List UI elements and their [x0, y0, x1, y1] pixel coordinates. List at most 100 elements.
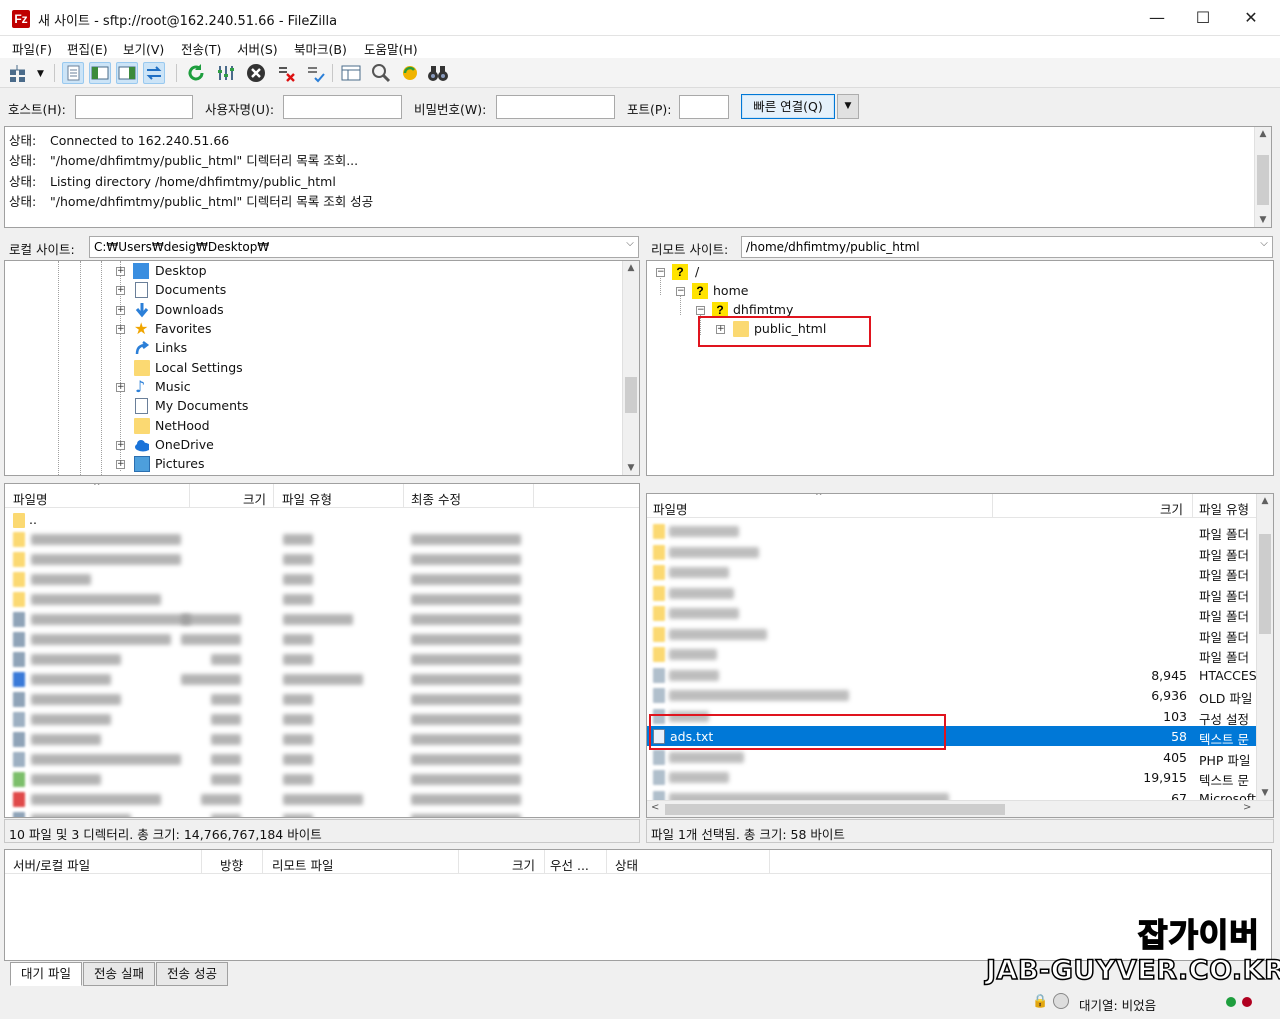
list-item-ads-txt[interactable]: ads.txt 58 텍스트 문	[647, 726, 1257, 747]
quickconnect-dropdown-icon[interactable]: ▼	[837, 94, 859, 119]
tree-item-music[interactable]: + ♪ Music	[115, 378, 615, 397]
site-manager-icon[interactable]	[8, 62, 34, 84]
scroll-down-icon[interactable]: ▼	[1257, 788, 1273, 798]
expand-icon[interactable]: +	[116, 286, 125, 295]
column-priority[interactable]: 우선 ...	[550, 855, 589, 874]
tree-item-local-settings[interactable]: Local Settings	[115, 359, 615, 378]
refresh-icon[interactable]	[185, 62, 207, 84]
list-item[interactable]	[5, 709, 639, 729]
list-item[interactable]	[5, 749, 639, 769]
remote-tree-dhfimtmy[interactable]: − ? dhfimtmy	[693, 301, 993, 320]
menu-file[interactable]: 파일(F)	[12, 39, 52, 58]
remote-list-scrollbar[interactable]: ▲ ▼	[1256, 494, 1273, 800]
local-directory-tree[interactable]: + Desktop + Documents + Downloads + ★ Fa…	[4, 260, 640, 476]
synchronized-browsing-icon[interactable]	[399, 62, 421, 84]
collapse-icon[interactable]: −	[656, 268, 665, 277]
list-item[interactable]: 6,936 OLD 파일	[647, 685, 1257, 706]
disconnect-icon[interactable]	[275, 62, 297, 84]
list-item[interactable]: 8,945 HTACCES	[647, 665, 1257, 685]
list-item[interactable]: 405 PHP 파일	[647, 747, 1257, 768]
list-item[interactable]	[5, 809, 639, 817]
list-item[interactable]	[5, 689, 639, 709]
menu-edit[interactable]: 편집(E)	[67, 39, 108, 58]
column-size[interactable]: 크기	[1160, 499, 1183, 518]
list-item[interactable]: 파일 폴더	[647, 644, 1257, 665]
toggle-queue-icon[interactable]	[143, 62, 165, 84]
password-input[interactable]	[496, 95, 615, 119]
local-path-input[interactable]	[89, 236, 639, 258]
list-item[interactable]	[5, 629, 639, 649]
tab-queued-files[interactable]: 대기 파일	[10, 962, 82, 986]
speed-limit-icon[interactable]	[1053, 993, 1069, 1009]
remote-path-dropdown-icon[interactable]: ⌵	[1256, 238, 1272, 249]
toggle-remote-tree-icon[interactable]	[116, 62, 138, 84]
find-files-binoculars-icon[interactable]	[427, 62, 449, 84]
process-queue-icon[interactable]	[215, 62, 237, 84]
remote-tree-root[interactable]: − ? /	[653, 263, 953, 282]
remote-hscroll-thumb[interactable]	[665, 804, 1005, 815]
expand-icon[interactable]: +	[116, 460, 125, 469]
column-filename[interactable]: 파일명	[653, 499, 688, 518]
site-manager-dropdown-icon[interactable]: ▼	[37, 69, 44, 79]
list-item[interactable]: 파일 폴더	[647, 603, 1257, 624]
scroll-right-icon[interactable]: >	[1243, 802, 1251, 813]
local-tree-scrollbar[interactable]: ▲ ▼	[622, 261, 639, 475]
list-item-parent[interactable]: ..	[5, 510, 639, 530]
menu-help[interactable]: 도움말(H)	[364, 39, 418, 58]
minimize-button[interactable]: —	[1134, 4, 1180, 32]
list-item[interactable]: 파일 폴더	[647, 521, 1257, 542]
cancel-operation-icon[interactable]	[245, 62, 267, 84]
tree-item-nethood[interactable]: NetHood	[115, 417, 615, 436]
remote-tree-public-html[interactable]: + public_html	[713, 320, 1013, 339]
tab-successful-transfers[interactable]: 전송 성공	[156, 962, 228, 986]
tree-item-my-documents[interactable]: My Documents	[115, 397, 615, 416]
column-filename[interactable]: 파일명	[13, 489, 48, 508]
menu-transfer[interactable]: 전송(T)	[181, 39, 221, 58]
list-item[interactable]: 파일 폴더	[647, 583, 1257, 604]
expand-icon[interactable]: +	[116, 306, 125, 315]
menu-bookmarks[interactable]: 북마크(B)	[294, 39, 347, 58]
tree-item-pictures[interactable]: + Pictures	[115, 455, 615, 474]
collapse-icon[interactable]: −	[676, 287, 685, 296]
local-file-list[interactable]: 파일명 ^ 크기 파일 유형 최종 수정 ..	[4, 483, 640, 818]
host-input[interactable]	[75, 95, 193, 119]
tree-item-desktop[interactable]: + Desktop	[115, 262, 615, 281]
list-item[interactable]	[5, 789, 639, 809]
toggle-log-icon[interactable]	[62, 62, 84, 84]
tree-item-downloads[interactable]: + Downloads	[115, 301, 615, 320]
scroll-up-icon[interactable]: ▲	[1255, 129, 1271, 139]
column-status[interactable]: 상태	[615, 855, 638, 874]
column-direction[interactable]: 방향	[220, 855, 243, 874]
column-last-modified[interactable]: 최종 수정	[411, 489, 461, 508]
tree-item-onedrive[interactable]: + OneDrive	[115, 436, 615, 455]
list-item[interactable]: 103 구성 설정	[647, 706, 1257, 727]
scroll-down-icon[interactable]: ▼	[1255, 215, 1271, 225]
menu-view[interactable]: 보기(V)	[123, 39, 164, 58]
remote-tree-home[interactable]: − ? home	[673, 282, 973, 301]
list-item[interactable]	[5, 669, 639, 689]
list-item[interactable]	[5, 569, 639, 589]
list-item[interactable]	[5, 649, 639, 669]
list-item[interactable]	[5, 729, 639, 749]
scroll-left-icon[interactable]: <	[651, 802, 659, 813]
collapse-icon[interactable]: −	[696, 306, 705, 315]
local-tree-scroll-thumb[interactable]	[625, 377, 637, 413]
list-item[interactable]	[5, 609, 639, 629]
column-size[interactable]: 크기	[243, 489, 266, 508]
reconnect-icon[interactable]	[304, 62, 326, 84]
menu-server[interactable]: 서버(S)	[237, 39, 278, 58]
compare-directories-icon[interactable]	[370, 62, 392, 84]
column-size[interactable]: 크기	[512, 855, 535, 874]
column-remote-file[interactable]: 리모트 파일	[272, 855, 333, 874]
list-item[interactable]: 파일 폴더	[647, 542, 1257, 563]
log-scrollbar[interactable]: ▲ ▼	[1254, 127, 1271, 227]
column-filetype[interactable]: 파일 유형	[1199, 499, 1249, 518]
tree-item-favorites[interactable]: + ★ Favorites	[115, 320, 615, 339]
expand-icon[interactable]: +	[116, 325, 125, 334]
list-item[interactable]	[5, 549, 639, 569]
port-input[interactable]	[679, 95, 729, 119]
remote-list-hscrollbar[interactable]: < >	[647, 800, 1273, 817]
remote-directory-tree[interactable]: − ? / − ? home − ? dhfimtmy + public_htm…	[646, 260, 1274, 476]
remote-list-scroll-thumb[interactable]	[1259, 534, 1271, 634]
tab-failed-transfers[interactable]: 전송 실패	[83, 962, 155, 986]
